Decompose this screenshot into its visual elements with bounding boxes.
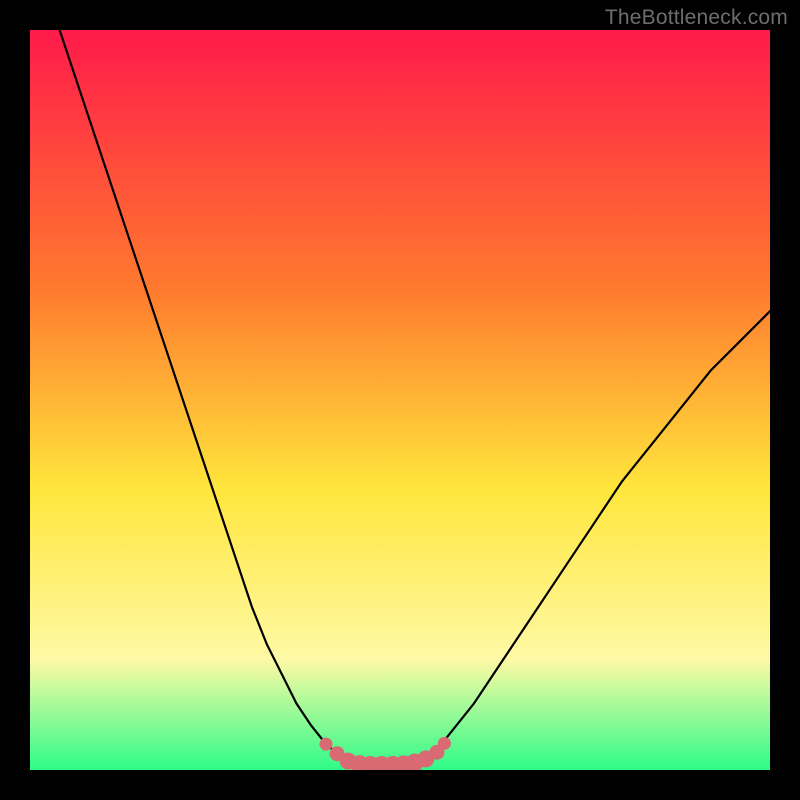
optimal-marker bbox=[320, 738, 332, 750]
bottleneck-chart bbox=[30, 30, 770, 770]
chart-frame: TheBottleneck.com bbox=[0, 0, 800, 800]
watermark-text: TheBottleneck.com bbox=[605, 6, 788, 30]
optimal-marker bbox=[438, 737, 450, 749]
plot-area bbox=[30, 30, 770, 770]
gradient-background bbox=[30, 30, 770, 770]
